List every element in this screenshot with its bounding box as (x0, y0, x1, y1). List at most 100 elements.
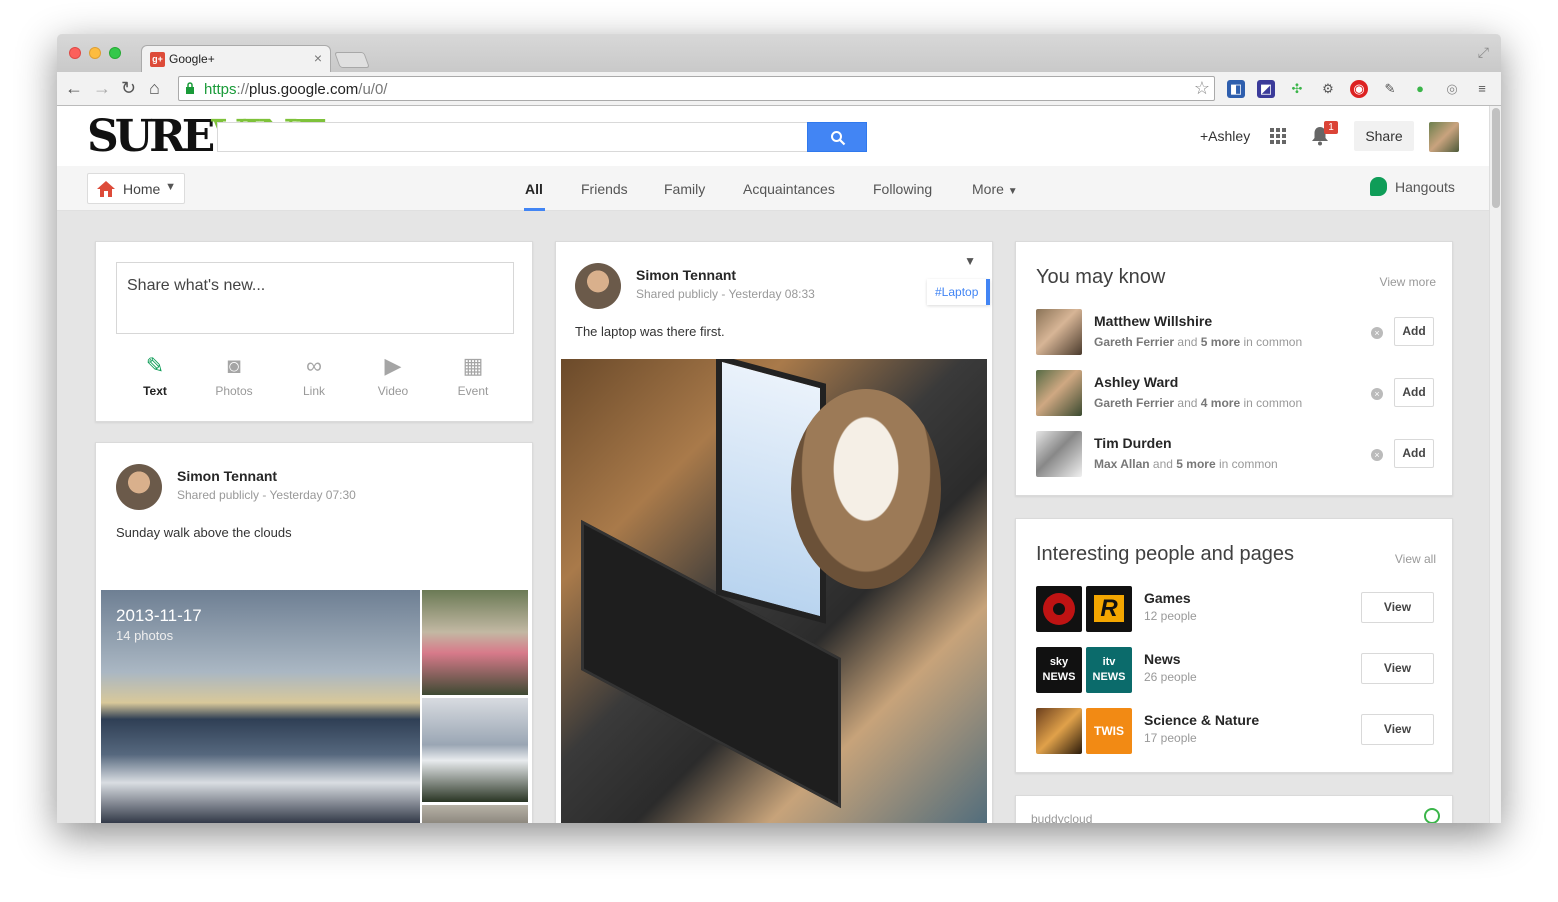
add-person-button[interactable]: Add (1394, 378, 1434, 407)
category-count: 17 people (1144, 731, 1197, 745)
post-meta: Shared publicly - Yesterday 08:33 (636, 287, 815, 301)
view-category-button[interactable]: View (1361, 592, 1434, 623)
tab-all[interactable]: All (525, 181, 543, 197)
person-avatar[interactable] (1036, 431, 1082, 477)
share-link-button[interactable]: ∞ Link (284, 352, 344, 398)
person-name[interactable]: Matthew Willshire (1094, 313, 1212, 329)
view-category-button[interactable]: View (1361, 714, 1434, 745)
forward-icon[interactable]: → (93, 78, 111, 98)
sky-news-logo-icon: sky NEWS (1036, 647, 1082, 693)
link-icon: ∞ (306, 353, 322, 378)
author-avatar[interactable] (575, 263, 621, 309)
buddycloud-icon[interactable] (1424, 808, 1440, 823)
extension-circle-icon[interactable]: ◎ (1443, 80, 1461, 98)
google-bar: SUREVINE +Ashley 1 Share (57, 106, 1489, 166)
add-person-button[interactable]: Add (1394, 439, 1434, 468)
view-more-link[interactable]: View more (1380, 275, 1436, 289)
search-input[interactable] (217, 122, 807, 152)
browser-toolbar: ← → ↻ ⌂ https://plus.google.com/u/0/ ☆ ◧… (57, 72, 1501, 106)
dismiss-icon[interactable]: × (1371, 388, 1383, 400)
category-name[interactable]: News (1144, 651, 1181, 667)
person-mutual: Gareth Ferrier and 4 more in common (1094, 396, 1303, 410)
share-video-button[interactable]: ▶ Video (363, 352, 423, 398)
tab-following[interactable]: Following (873, 181, 932, 197)
post-author[interactable]: Simon Tennant (636, 267, 736, 283)
nature-photo-icon (1036, 708, 1082, 754)
category-name[interactable]: Science & Nature (1144, 712, 1259, 728)
hashtag-chip[interactable]: #Laptop (927, 279, 991, 305)
album-cover-photo[interactable]: 2013-11-17 14 photos (101, 590, 420, 823)
url-text: https://plus.google.com/u/0/ (204, 81, 388, 98)
home-icon[interactable]: ⌂ (149, 78, 160, 98)
add-person-button[interactable]: Add (1394, 317, 1434, 346)
album-thumbnail[interactable] (422, 590, 528, 695)
person-avatar[interactable] (1036, 370, 1082, 416)
hangouts-button[interactable]: Hangouts (1370, 177, 1455, 198)
post-text: Sunday walk above the clouds (116, 525, 292, 540)
view-category-button[interactable]: View (1361, 653, 1434, 684)
extension-1-icon[interactable]: ◧ (1227, 80, 1245, 98)
ign-logo-icon (1036, 586, 1082, 632)
category-name[interactable]: Games (1144, 590, 1191, 606)
person-avatar[interactable] (1036, 309, 1082, 355)
itv-news-logo-icon: itv NEWS (1086, 647, 1132, 693)
extension-2-icon[interactable]: ◩ (1257, 80, 1275, 98)
back-icon[interactable]: ← (65, 78, 83, 98)
extension-3-icon[interactable]: ✣ (1288, 80, 1306, 98)
tab-more[interactable]: More ▼ (972, 181, 1018, 197)
adblock-icon[interactable]: ◉ (1350, 80, 1368, 98)
reload-icon[interactable]: ↻ (121, 78, 136, 98)
fullscreen-icon[interactable]: ⤢ (1478, 44, 1489, 61)
camera-icon: ◙ (227, 353, 241, 378)
tab-friends[interactable]: Friends (581, 181, 628, 197)
chevron-down-icon: ▼ (165, 181, 176, 193)
scroll-thumb[interactable] (1492, 108, 1500, 208)
you-may-know-title: You may know (1036, 266, 1166, 288)
album-thumbnail[interactable] (422, 805, 528, 823)
share-text-button[interactable]: ✎ Text (125, 352, 185, 398)
post-options-chevron-icon[interactable]: ▼ (964, 254, 976, 268)
person-name[interactable]: Ashley Ward (1094, 374, 1178, 390)
minimize-window-button[interactable] (89, 47, 101, 59)
settings-gear-icon[interactable]: ⚙ (1319, 80, 1337, 98)
account-avatar[interactable] (1429, 122, 1459, 152)
browser-window: g+ Google+ × ⤢ ← → ↻ ⌂ https://plus.goog… (57, 34, 1501, 823)
evernote-icon[interactable]: ● (1411, 80, 1429, 98)
share-button[interactable]: Share (1354, 121, 1414, 151)
apps-grid-icon[interactable] (1270, 128, 1286, 144)
dismiss-icon[interactable]: × (1371, 449, 1383, 461)
share-photos-button[interactable]: ◙ Photos (204, 352, 264, 398)
post-photo[interactable] (561, 359, 987, 823)
profile-link[interactable]: +Ashley (1200, 128, 1250, 144)
tab-close-icon[interactable]: × (314, 50, 322, 66)
post-meta: Shared publicly - Yesterday 07:30 (177, 488, 356, 502)
close-window-button[interactable] (69, 47, 81, 59)
post-card-album: Simon Tennant Shared publicly - Yesterda… (95, 442, 533, 823)
page-scrollbar[interactable] (1489, 106, 1501, 823)
tab-family[interactable]: Family (664, 181, 705, 197)
category-count: 26 people (1144, 670, 1197, 684)
share-input[interactable]: Share what's new... (116, 262, 514, 334)
menu-icon[interactable]: ≡ (1473, 80, 1491, 98)
bookmark-star-icon[interactable]: ☆ (1194, 78, 1210, 99)
album-count: 14 photos (116, 628, 174, 643)
home-dropdown[interactable]: Home ▼ (87, 173, 185, 204)
post-author[interactable]: Simon Tennant (177, 468, 277, 484)
notification-badge: 1 (1324, 121, 1338, 134)
view-all-link[interactable]: View all (1395, 552, 1436, 566)
category-count: 12 people (1144, 609, 1197, 623)
album-thumbnail[interactable] (422, 698, 528, 802)
share-event-button[interactable]: ▦ Event (443, 352, 503, 398)
more-chevron-icon: ▼ (1007, 186, 1018, 197)
tab-acquaintances[interactable]: Acquaintances (743, 181, 835, 197)
interesting-pages-card: Interesting people and pages View all R … (1015, 518, 1453, 773)
author-avatar[interactable] (116, 464, 162, 510)
zoom-window-button[interactable] (109, 47, 121, 59)
browser-tab[interactable]: g+ Google+ × (141, 45, 331, 72)
search-button[interactable] (807, 122, 867, 152)
person-name[interactable]: Tim Durden (1094, 435, 1172, 451)
address-bar[interactable]: https://plus.google.com/u/0/ ☆ (178, 76, 1215, 101)
dismiss-icon[interactable]: × (1371, 327, 1383, 339)
new-tab-button[interactable] (334, 52, 370, 68)
wrench-icon[interactable]: ✎ (1381, 80, 1399, 98)
